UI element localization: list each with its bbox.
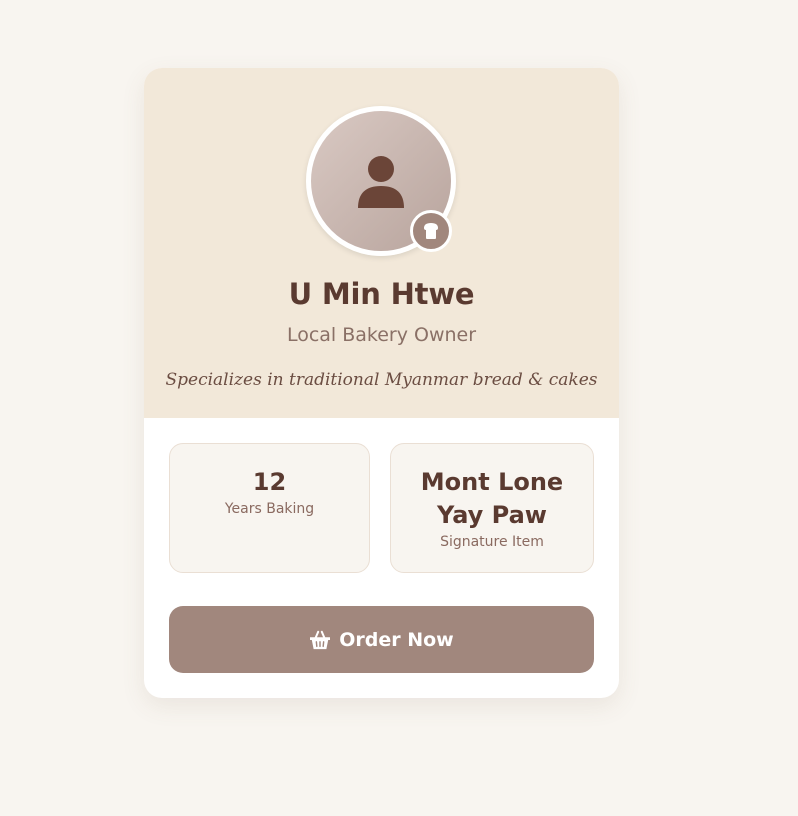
stat-signature-item: Mont Lone Yay Paw Signature Item bbox=[390, 443, 594, 573]
basket-icon bbox=[310, 630, 331, 649]
profile-tagline: Specializes in traditional Myanmar bread… bbox=[165, 370, 598, 390]
order-now-button[interactable]: Order Now bbox=[169, 606, 594, 673]
stat-years-baking: 12 Years Baking bbox=[169, 443, 370, 573]
profile-role: Local Bakery Owner bbox=[286, 324, 477, 346]
profile-name: U Min Htwe bbox=[288, 277, 475, 311]
stat-value: 12 bbox=[252, 468, 287, 496]
stat-value: Mont Lone Yay Paw bbox=[420, 468, 564, 529]
person-icon bbox=[358, 156, 404, 208]
stat-label: Years Baking bbox=[224, 501, 315, 517]
bread-icon bbox=[424, 223, 438, 239]
bread-badge bbox=[410, 210, 452, 252]
stat-label: Signature Item bbox=[440, 534, 544, 550]
profile-card: U Min Htwe Local Bakery Owner Specialize… bbox=[144, 68, 619, 698]
profile-header: U Min Htwe Local Bakery Owner Specialize… bbox=[144, 68, 619, 418]
order-now-label: Order Now bbox=[339, 628, 454, 651]
